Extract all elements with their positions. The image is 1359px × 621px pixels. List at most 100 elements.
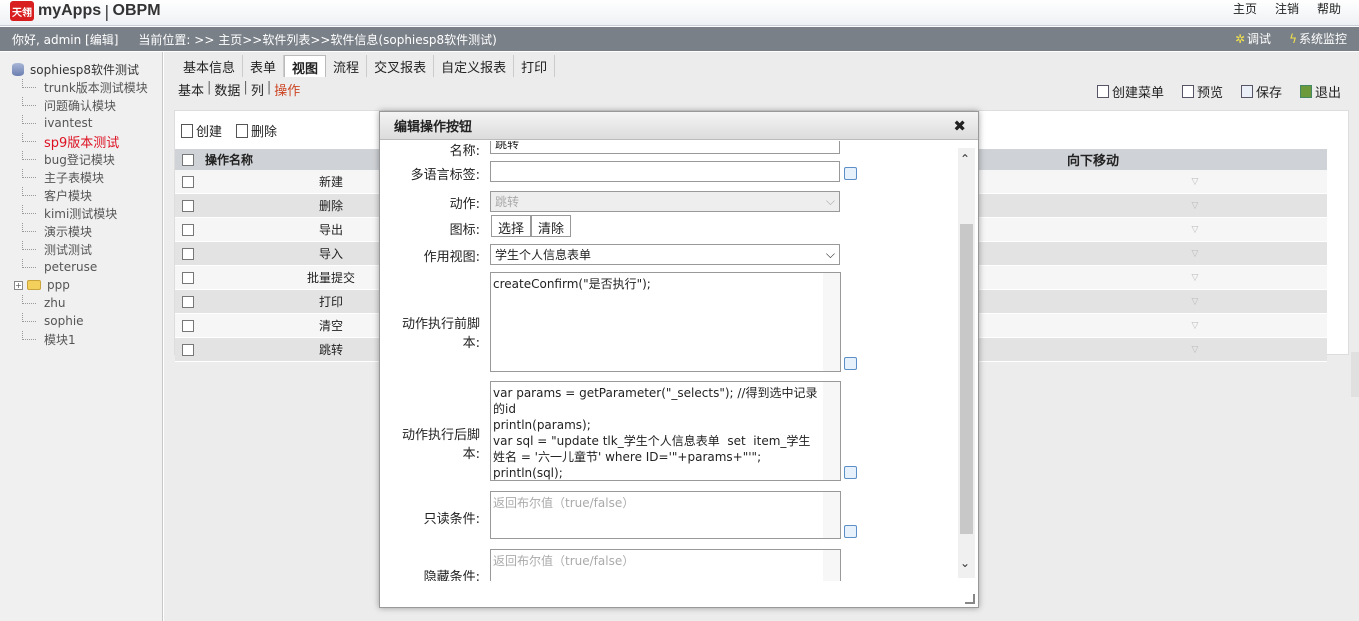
save-button[interactable]: 保存 (1240, 82, 1282, 101)
subtab-data[interactable]: 数据 (214, 80, 240, 99)
tab[interactable]: 交叉报表 (367, 55, 435, 77)
debug-label: 调试 (1247, 32, 1272, 46)
tree-item[interactable]: bug登记模块 (12, 150, 162, 168)
code-editor-icon[interactable] (844, 466, 857, 479)
nav-bar: 你好, admin [编辑] 当前位置: >> 主页>>软件列表>>软件信息(s… (0, 27, 1359, 51)
tree-root[interactable]: sophiesp8软件测试 (12, 60, 162, 78)
home-link[interactable]: 主页 (1233, 0, 1257, 16)
move-down-icon[interactable]: ▽ (1063, 201, 1327, 211)
pre-script-textarea[interactable]: createConfirm("是否执行"); (490, 272, 841, 372)
row-checkbox[interactable] (182, 343, 194, 356)
move-down-icon[interactable]: ▽ (1063, 321, 1327, 331)
toolbar: 创建菜单 预览 保存 退出 (1096, 82, 1341, 101)
textarea-scrollbar[interactable] (823, 492, 840, 538)
tab[interactable]: 打印 (514, 55, 556, 77)
scroll-up-icon[interactable]: ⌃ (960, 152, 970, 166)
tree-item[interactable]: kimi测试模块 (12, 204, 162, 222)
tree-item[interactable]: sp9版本测试 (12, 132, 162, 151)
preview-button[interactable]: 预览 (1181, 82, 1223, 101)
tree-line (22, 78, 36, 88)
tree-item[interactable]: zhu (12, 294, 162, 312)
tree-root-label: sophiesp8软件测试 (30, 62, 140, 77)
view-label: 作用视图: (423, 250, 480, 265)
tree-item[interactable]: 问题确认模块 (12, 96, 162, 114)
tree-item[interactable]: 演示模块 (12, 222, 162, 240)
textarea-scrollbar[interactable] (823, 273, 840, 371)
greeting[interactable]: 你好, admin [编辑] (12, 31, 118, 48)
create-label: 创建 (196, 125, 223, 140)
code-editor-icon[interactable] (844, 357, 857, 370)
tab[interactable]: 视图 (284, 55, 327, 77)
post-script-textarea[interactable]: var params = getParameter("_selects"); /… (490, 381, 841, 481)
close-icon[interactable]: ✖ (953, 117, 966, 135)
move-down-icon[interactable]: ▽ (1063, 297, 1327, 307)
tree-item[interactable]: peteruse (12, 258, 162, 276)
subtab-basic[interactable]: 基本 (178, 80, 204, 99)
row-checkbox[interactable] (182, 175, 194, 188)
resize-handle[interactable] (965, 594, 975, 604)
icon-clear-button[interactable]: 清除 (531, 215, 572, 237)
help-link[interactable]: 帮助 (1317, 0, 1341, 16)
row-checkbox[interactable] (182, 199, 194, 212)
readonly-textarea[interactable]: 返回布尔值（true/false） (490, 491, 841, 539)
edit-icon[interactable] (844, 167, 857, 180)
tree-item[interactable]: 主子表模块 (12, 168, 162, 186)
tab[interactable]: 基本信息 (176, 55, 244, 77)
move-down-icon[interactable]: ▽ (1063, 345, 1327, 355)
tree-item-label: 客户模块 (44, 188, 93, 203)
scroll-thumb[interactable] (960, 224, 973, 534)
monitor-button[interactable]: ϟ 系统监控 (1289, 30, 1347, 47)
create-menu-button[interactable]: 创建菜单 (1096, 82, 1164, 101)
row-checkbox[interactable] (182, 271, 194, 284)
exit-button[interactable]: 退出 (1299, 82, 1341, 101)
dialog-scrollbar[interactable]: ⌃ ⌄ (958, 148, 975, 578)
move-down-icon[interactable]: ▽ (1063, 177, 1327, 187)
expand-icon[interactable]: + (14, 280, 23, 290)
row-checkbox[interactable] (182, 223, 194, 236)
new-icon (181, 123, 193, 138)
scroll-down-icon[interactable]: ⌄ (960, 556, 970, 570)
logout-link[interactable]: 注销 (1275, 0, 1299, 16)
tree-item-label: 问题确认模块 (44, 98, 117, 113)
move-down-icon[interactable]: ▽ (1063, 273, 1327, 283)
i18n-label: 多语言标签: (410, 168, 480, 183)
code-editor-icon[interactable] (844, 525, 857, 538)
subtab-column[interactable]: 列 (251, 80, 264, 99)
hidden-textarea[interactable]: 返回布尔值（true/false） (490, 549, 841, 581)
icon-select-button[interactable]: 选择 (491, 215, 532, 237)
folder-icon (27, 280, 41, 290)
tab[interactable]: 自定义报表 (434, 55, 515, 77)
textarea-scrollbar[interactable] (823, 550, 840, 581)
tree-item[interactable]: 测试测试 (12, 240, 162, 258)
tree-line (22, 114, 36, 124)
tree-item[interactable]: sophie (12, 312, 162, 330)
view-select[interactable]: 学生个人信息表单 ⌵ (490, 244, 840, 265)
move-down-icon[interactable]: ▽ (1063, 249, 1327, 259)
select-all-checkbox[interactable] (182, 153, 194, 166)
dialog-body: 名称: 跳转 多语言标签: 动作: 跳转 ⌵ 图标: 选择 清除 作用视图: 学生… (388, 141, 958, 581)
row-checkbox[interactable] (182, 319, 194, 332)
tree-item-label: ivantest (44, 116, 93, 130)
create-button[interactable]: 创建 (181, 121, 222, 140)
tree-item[interactable]: 客户模块 (12, 186, 162, 204)
hidden-placeholder: 返回布尔值（true/false） (493, 554, 635, 568)
name-input[interactable]: 跳转 (490, 141, 840, 154)
tree-item[interactable]: trunk版本测试模块 (12, 78, 162, 96)
logo-mark-icon: 天翎 (10, 1, 34, 21)
subtab-operation[interactable]: 操作 (274, 80, 300, 99)
tree-item[interactable]: + ppp (12, 276, 162, 294)
row-checkbox[interactable] (182, 247, 194, 260)
i18n-input[interactable] (490, 161, 840, 182)
tree-item-label: sophie (44, 314, 84, 328)
tree-item-label: ppp (47, 278, 70, 292)
delete-button[interactable]: 删除 (236, 121, 277, 140)
move-down-icon[interactable]: ▽ (1063, 225, 1327, 235)
tree-item[interactable]: 模块1 (12, 330, 162, 348)
debug-button[interactable]: ✲ 调试 (1235, 30, 1271, 47)
row-checkbox[interactable] (182, 295, 194, 308)
tab[interactable]: 表单 (243, 55, 285, 77)
tab[interactable]: 流程 (326, 55, 368, 77)
textarea-scrollbar[interactable] (823, 382, 840, 480)
tree-line (22, 186, 36, 196)
tree-item[interactable]: ivantest (12, 114, 162, 132)
